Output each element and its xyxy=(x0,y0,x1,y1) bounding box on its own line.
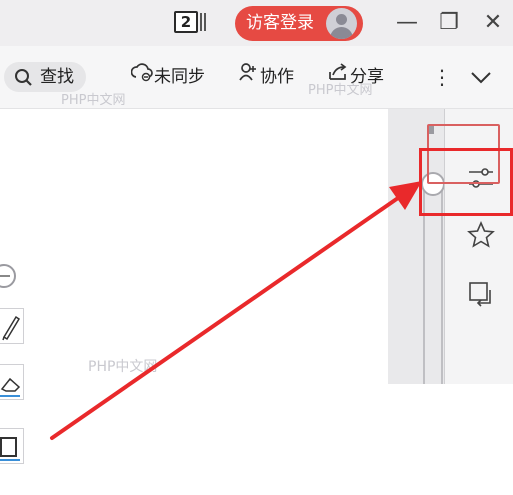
annotation-arrow xyxy=(50,181,422,440)
